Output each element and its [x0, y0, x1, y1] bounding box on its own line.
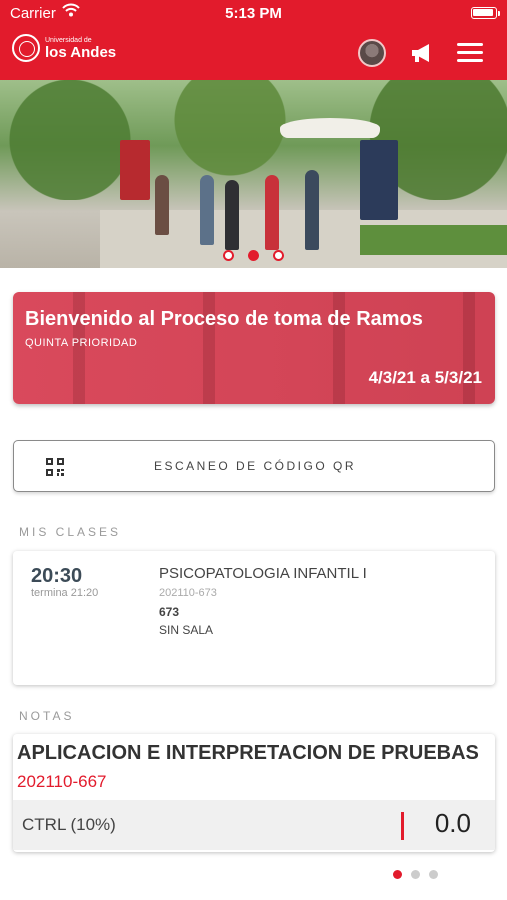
hero-person: [225, 180, 239, 250]
hero-person: [200, 175, 214, 245]
grades-dot[interactable]: [411, 870, 420, 879]
hero-sign: [120, 140, 150, 200]
grade-divider: [401, 812, 404, 840]
menu-icon[interactable]: [457, 43, 483, 63]
app-header: Carrier 5:13 PM Universidad de los Andes: [0, 0, 507, 80]
qr-scan-label: ESCANEO DE CÓDIGO QR: [153, 459, 357, 473]
grades-pagination: [393, 866, 447, 884]
hero-person: [305, 170, 319, 250]
logo-small-text: Universidad de: [45, 36, 92, 44]
hero-carousel[interactable]: [0, 80, 507, 268]
class-room: SIN SALA: [159, 623, 214, 637]
class-start-time: 20:30: [31, 565, 83, 587]
grades-dot-active[interactable]: [393, 870, 402, 879]
grade-label: CTRL (10%): [22, 815, 116, 834]
hero-dot-active[interactable]: [248, 250, 259, 261]
profile-avatar[interactable]: [358, 39, 386, 67]
grade-value: 0.0: [434, 808, 471, 838]
classes-section-label: MIS CLASES: [19, 525, 122, 539]
hero-trees: [0, 80, 507, 200]
logo-text: Universidad de los Andes: [45, 37, 116, 60]
university-logo[interactable]: Universidad de los Andes: [12, 34, 116, 62]
battery-tip: [498, 11, 500, 16]
hero-dot[interactable]: [273, 250, 284, 261]
banner-dates: 4/3/21 a 5/3/21: [368, 368, 482, 387]
megaphone-icon[interactable]: [410, 42, 434, 64]
status-time: 5:13 PM: [225, 5, 282, 22]
hero-pagination: [0, 248, 507, 266]
logo-big-text: los Andes: [45, 43, 117, 61]
class-section: 673: [159, 605, 180, 619]
battery-icon: [471, 7, 497, 19]
grades-course-name: APLICACION E INTERPRETACION DE PRUEBAS: [17, 742, 479, 764]
hero-poster: [360, 140, 398, 220]
class-card[interactable]: 20:30 termina 21:20 PSICOPATOLOGIA INFAN…: [13, 551, 495, 685]
grades-dot[interactable]: [429, 870, 438, 879]
grades-section-label: NOTAS: [19, 709, 75, 723]
welcome-banner[interactable]: Bienvenido al Proceso de toma de Ramos Q…: [13, 292, 495, 404]
status-bar: Carrier 5:13 PM: [0, 0, 507, 28]
grade-row: CTRL (10%) 0.0: [13, 800, 495, 850]
hero-dot[interactable]: [223, 250, 234, 261]
hero-person: [155, 175, 169, 235]
banner-subtitle: QUINTA PRIORIDAD: [25, 337, 138, 349]
university-seal-icon: [12, 34, 40, 62]
hero-umbrella: [280, 118, 380, 138]
qr-scan-button[interactable]: ESCANEO DE CÓDIGO QR: [13, 440, 495, 492]
class-end-time: termina 21:20: [31, 587, 99, 599]
class-course-code: 202110-673: [159, 587, 217, 599]
grades-course-code: 202110-667: [17, 772, 107, 791]
hero-person: [265, 175, 279, 250]
grades-card[interactable]: APLICACION E INTERPRETACION DE PRUEBAS 2…: [13, 734, 495, 852]
banner-title: Bienvenido al Proceso de toma de Ramos: [25, 308, 423, 330]
class-course-name: PSICOPATOLOGIA INFANTIL I: [159, 565, 367, 582]
